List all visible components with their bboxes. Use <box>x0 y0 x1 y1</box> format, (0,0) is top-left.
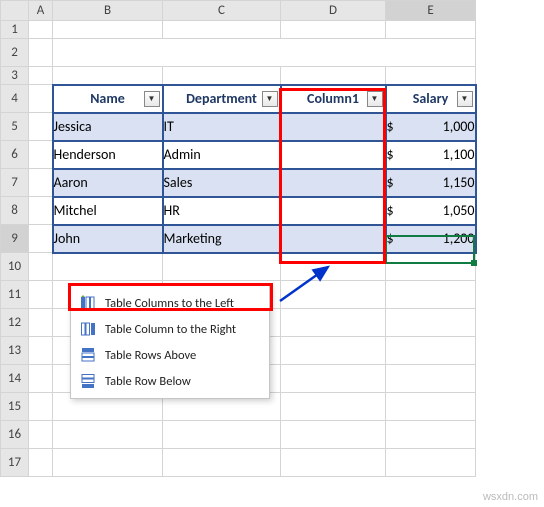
menu-item-row-below[interactable]: Table Row Below <box>71 368 269 394</box>
cell-name-1[interactable]: Henderson <box>53 141 163 169</box>
cell-name-4[interactable]: John <box>53 225 163 253</box>
menu-item-row-below-label: Table Row Below <box>105 374 191 389</box>
row-header-8[interactable]: 8 <box>1 197 29 225</box>
row-header-5[interactable]: 5 <box>1 113 29 141</box>
row-header-3[interactable]: 3 <box>1 67 29 85</box>
cell-dept-0[interactable]: IT <box>163 113 281 141</box>
insert-row-below-icon <box>79 372 97 390</box>
col-header-A[interactable]: A <box>29 1 53 21</box>
row-header-10[interactable]: 10 <box>1 253 29 281</box>
col-header-B[interactable]: B <box>53 1 163 21</box>
cell-dept-1[interactable]: Admin <box>163 141 281 169</box>
insert-rows-above-icon <box>79 346 97 364</box>
insert-cols-left-icon <box>79 294 97 312</box>
cell-col1-0[interactable] <box>281 113 386 141</box>
row-header-7[interactable]: 7 <box>1 169 29 197</box>
cell-sal-3[interactable]: $1,050 <box>386 197 476 225</box>
header-salary[interactable]: Salary ▼ <box>386 85 476 113</box>
menu-item-cols-left[interactable]: Table Columns to the Left <box>71 290 269 316</box>
header-salary-label: Salary <box>413 90 449 107</box>
cell-col1-3[interactable] <box>281 197 386 225</box>
filter-button-name[interactable]: ▼ <box>144 91 160 107</box>
header-department[interactable]: Department ▼ <box>163 85 281 113</box>
header-department-label: Department <box>186 90 257 107</box>
filter-button-department[interactable]: ▼ <box>262 91 278 107</box>
spreadsheet-grid[interactable]: A B C D E 1 2 Use of Context Menu 3 4 Na… <box>0 0 477 477</box>
col-header-D[interactable]: D <box>281 1 386 21</box>
menu-item-rows-above-label: Table Rows Above <box>105 348 196 363</box>
cell-sal-2[interactable]: $1,150 <box>386 169 476 197</box>
header-column1[interactable]: Column1 ▼ <box>281 85 386 113</box>
cell-dept-2[interactable]: Sales <box>163 169 281 197</box>
header-column1-label: Column1 <box>307 90 359 107</box>
select-all-cell[interactable] <box>1 1 29 21</box>
menu-item-cols-left-label: Table Columns to the Left <box>105 296 234 311</box>
cell-dept-4[interactable]: Marketing <box>163 225 281 253</box>
annotation-arrow <box>280 263 340 307</box>
insert-cols-right-icon <box>79 320 97 338</box>
cell-col1-4[interactable] <box>281 225 386 253</box>
insert-context-menu: Table Columns to the Left Table Column t… <box>70 285 270 399</box>
menu-item-cols-right[interactable]: Table Column to the Right <box>71 316 269 342</box>
cell-name-0[interactable]: Jessica <box>53 113 163 141</box>
row-header-14[interactable]: 14 <box>1 365 29 393</box>
table-title: Use of Context Menu <box>53 39 476 67</box>
row-header-4[interactable]: 4 <box>1 85 29 113</box>
row-header-12[interactable]: 12 <box>1 309 29 337</box>
menu-item-cols-right-label: Table Column to the Right <box>105 322 236 337</box>
cell-col1-2[interactable] <box>281 169 386 197</box>
row-header-6[interactable]: 6 <box>1 141 29 169</box>
row-header-16[interactable]: 16 <box>1 421 29 449</box>
watermark: wsxdn.com <box>483 491 538 503</box>
col-header-E[interactable]: E <box>386 1 476 21</box>
header-name-label: Name <box>90 90 125 107</box>
cell-sal-4[interactable]: $1,200 <box>386 225 476 253</box>
row-header-9[interactable]: 9 <box>1 225 29 253</box>
row-header-15[interactable]: 15 <box>1 393 29 421</box>
row-header-13[interactable]: 13 <box>1 337 29 365</box>
cell-dept-3[interactable]: HR <box>163 197 281 225</box>
filter-button-column1[interactable]: ▼ <box>367 91 383 107</box>
cell-sal-0[interactable]: $1,000 <box>386 113 476 141</box>
row-header-11[interactable]: 11 <box>1 281 29 309</box>
col-header-C[interactable]: C <box>163 1 281 21</box>
header-name[interactable]: Name ▼ <box>53 85 163 113</box>
filter-button-salary[interactable]: ▼ <box>457 91 473 107</box>
cell-sal-1[interactable]: $1,100 <box>386 141 476 169</box>
cell-name-3[interactable]: Mitchel <box>53 197 163 225</box>
row-header-1[interactable]: 1 <box>1 21 29 39</box>
cell-col1-1[interactable] <box>281 141 386 169</box>
row-header-17[interactable]: 17 <box>1 449 29 477</box>
row-header-2[interactable]: 2 <box>1 39 29 67</box>
cell-name-2[interactable]: Aaron <box>53 169 163 197</box>
menu-item-rows-above[interactable]: Table Rows Above <box>71 342 269 368</box>
